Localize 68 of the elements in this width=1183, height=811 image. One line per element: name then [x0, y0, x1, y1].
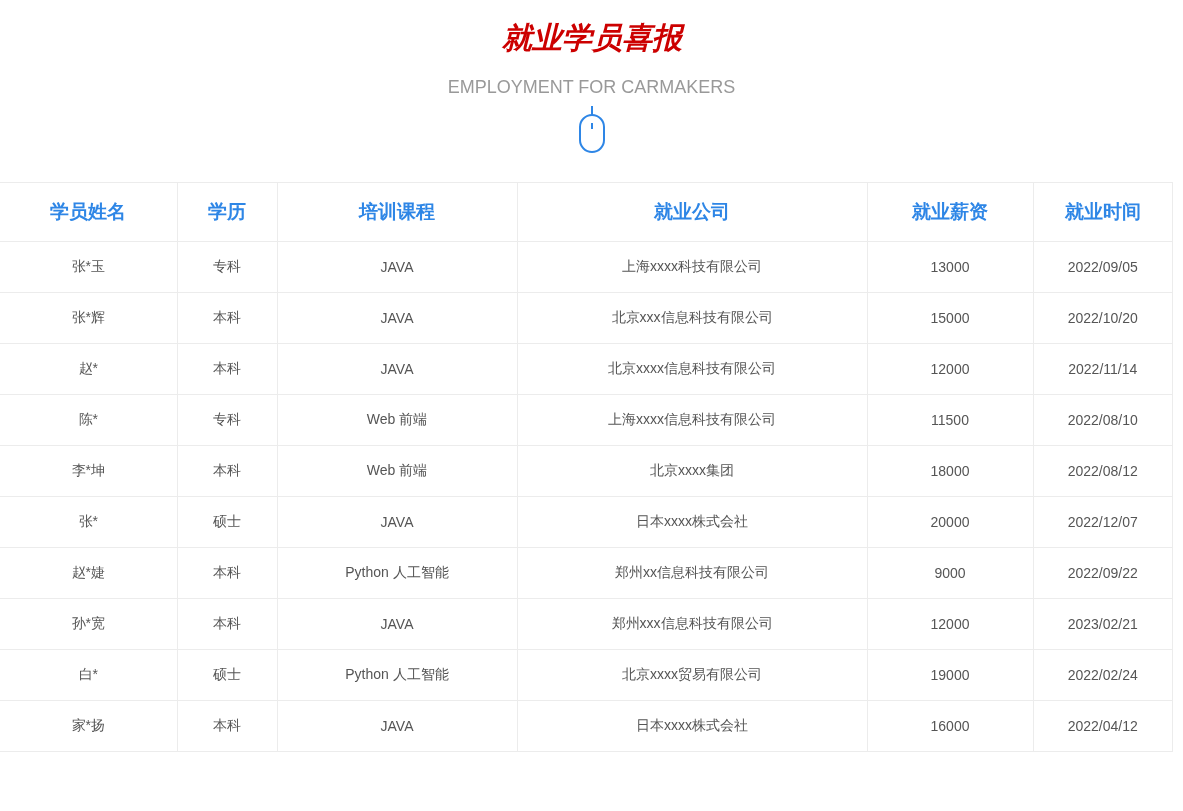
table-cell: 2022/02/24: [1067, 667, 1138, 683]
table-cell: 专科: [213, 411, 241, 429]
column-header: 就业时间: [1064, 200, 1141, 224]
table-cell: 19000: [930, 667, 970, 683]
column-header: 培训课程: [359, 200, 435, 224]
table-cell: JAVA: [380, 361, 414, 377]
table-cell: 本科: [213, 615, 241, 633]
table-cell: Python 人工智能: [345, 666, 449, 684]
table-cell: 本科: [213, 717, 241, 735]
table-cell: 20000: [930, 514, 970, 530]
table-cell: 2022/08/12: [1067, 463, 1138, 479]
table-cell: 日本xxxx株式会社: [636, 717, 748, 735]
table-cell: JAVA: [380, 310, 414, 326]
column-header: 学员姓名: [50, 200, 127, 224]
table-cell: 赵*婕: [71, 564, 105, 582]
table-cell: JAVA: [380, 616, 414, 632]
table-cell: 16000: [930, 718, 970, 734]
table-cell: 张*辉: [71, 309, 105, 327]
table-cell: 张*: [78, 513, 98, 531]
table-cell: 上海xxxx科技有限公司: [622, 258, 762, 276]
table-cell: 孙*宽: [71, 615, 105, 633]
table-cell: 2022/09/22: [1067, 565, 1138, 581]
table-cell: 赵*: [78, 360, 98, 378]
table-cell: 白*: [78, 666, 98, 684]
page-subtitle: EMPLOYMENT FOR CARMAKERS: [447, 77, 736, 97]
table-cell: 2022/12/07: [1067, 514, 1138, 530]
table-cell: 北京xxxx贸易有限公司: [622, 666, 762, 684]
table-cell: 15000: [930, 310, 970, 326]
table-cell: 2022/10/20: [1067, 310, 1138, 326]
table-cell: 本科: [213, 360, 241, 378]
table-cell: 2023/02/21: [1067, 616, 1138, 632]
table-cell: 硕士: [213, 513, 241, 531]
table-cell: Python 人工智能: [345, 564, 449, 582]
table-cell: 专科: [213, 258, 241, 276]
table-cell: 硕士: [213, 666, 241, 684]
mouse-icon: [577, 106, 606, 154]
table-cell: 本科: [213, 564, 241, 582]
table-cell: 张*玉: [71, 258, 105, 276]
column-header: 学历: [208, 200, 246, 224]
table-cell: 13000: [930, 259, 970, 275]
table-cell: 家*扬: [71, 717, 105, 735]
column-header: 就业公司: [654, 200, 730, 224]
table-cell: 12000: [930, 361, 970, 377]
table-cell: 上海xxxx信息科技有限公司: [608, 411, 776, 429]
table-cell: 18000: [930, 463, 970, 479]
table-cell: 本科: [213, 309, 241, 327]
table-cell: 郑州xxx信息科技有限公司: [611, 615, 773, 633]
table-cell: JAVA: [380, 718, 414, 734]
table-cell: 2022/08/10: [1067, 412, 1138, 428]
table-cell: 北京xxxx信息科技有限公司: [608, 360, 776, 378]
table-cell: 李*坤: [71, 462, 105, 480]
table-cell: 本科: [213, 462, 241, 480]
table-cell: JAVA: [380, 514, 414, 530]
table-cell: Web 前端: [366, 411, 428, 429]
column-header: 就业薪资: [912, 200, 988, 224]
table-cell: 北京xxxx集团: [650, 462, 734, 480]
table-cell: 9000: [934, 565, 966, 581]
table-cell: 北京xxx信息科技有限公司: [611, 309, 773, 327]
table-cell: 2022/09/05: [1067, 259, 1138, 275]
table-cell: 11500: [931, 412, 969, 428]
table-cell: 郑州xx信息科技有限公司: [615, 564, 769, 582]
table-cell: JAVA: [380, 259, 414, 275]
table-cell: 12000: [930, 616, 970, 632]
table-cell: 陈*: [78, 411, 98, 429]
table-cell: Web 前端: [366, 462, 428, 480]
table-cell: 日本xxxx株式会社: [636, 513, 748, 531]
table-cell: 2022/04/12: [1067, 718, 1138, 734]
table-cell: 2022/11/14: [1068, 361, 1138, 377]
